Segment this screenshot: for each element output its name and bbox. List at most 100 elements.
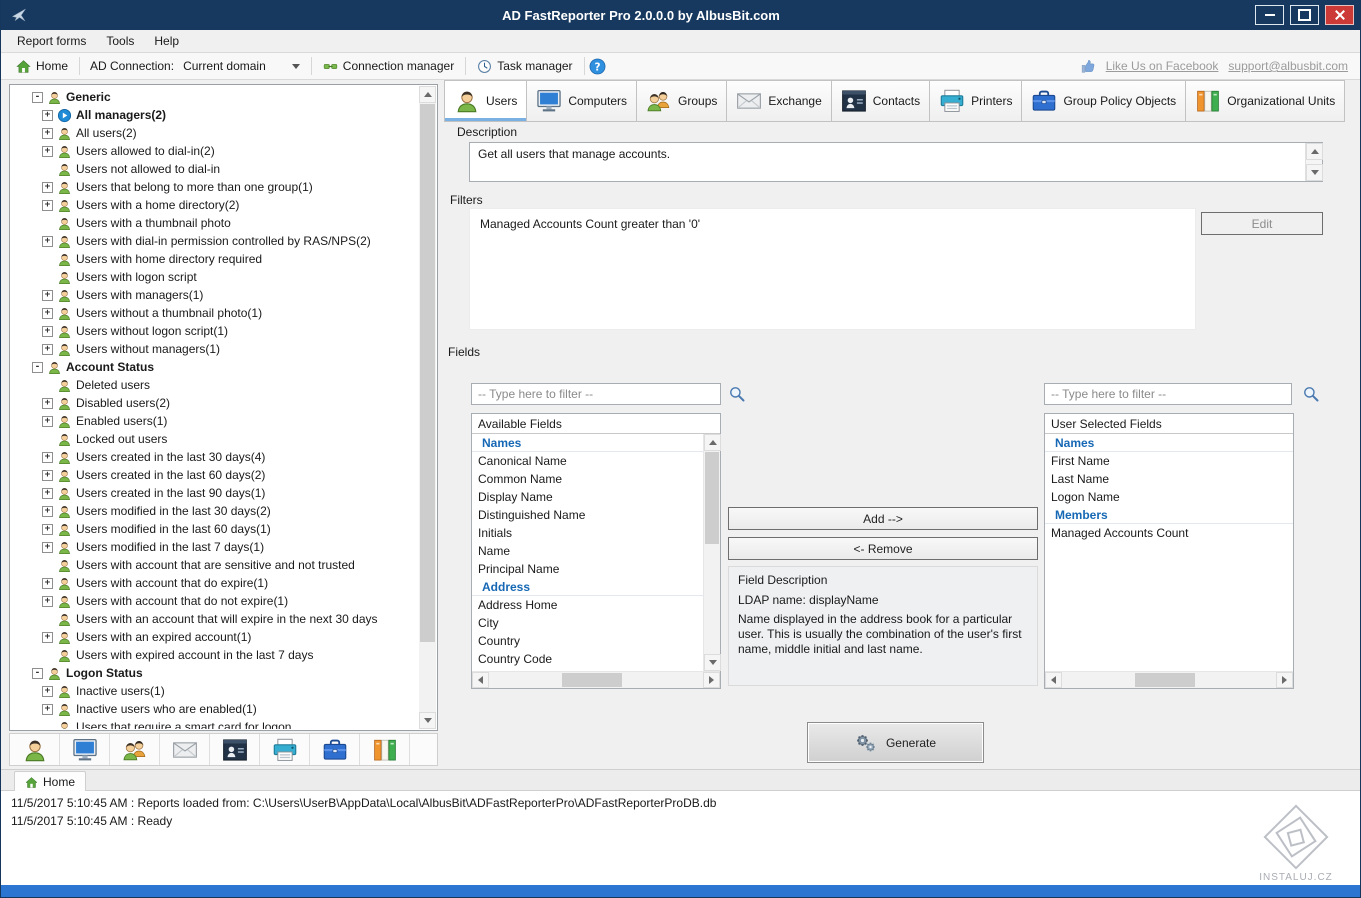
tab-ou[interactable]: Organizational Units — [1186, 80, 1345, 122]
scroll-down-button[interactable] — [1306, 164, 1323, 181]
generate-button[interactable]: Generate — [807, 722, 984, 763]
selected-field-item[interactable]: Logon Name — [1045, 488, 1293, 506]
tab-exchange[interactable]: Exchange — [727, 80, 831, 122]
expand-expander-icon[interactable]: + — [42, 632, 53, 643]
expand-expander-icon[interactable]: + — [42, 110, 53, 121]
available-fields-filter-input[interactable] — [471, 383, 721, 405]
tree-scrollbar[interactable] — [419, 86, 436, 729]
tree-item[interactable]: +All users(2) — [11, 124, 419, 142]
tree-item[interactable]: +Users created in the last 30 days(4) — [11, 448, 419, 466]
tree-item[interactable]: Users with home directory required — [11, 250, 419, 268]
tree-group[interactable]: -Account Status — [11, 358, 419, 376]
collapse-expander-icon[interactable]: - — [32, 92, 43, 103]
tree-item[interactable]: Users that require a smart card for logo… — [11, 718, 419, 729]
expand-expander-icon[interactable]: + — [42, 236, 53, 247]
tree-item[interactable]: +Users with account that do not expire(1… — [11, 592, 419, 610]
category-gpo[interactable] — [310, 734, 360, 765]
edit-filters-button[interactable]: Edit — [1201, 212, 1323, 235]
tree-item[interactable]: Deleted users — [11, 376, 419, 394]
tree-item[interactable]: +Users modified in the last 60 days(1) — [11, 520, 419, 538]
selected-field-item[interactable]: Last Name — [1045, 470, 1293, 488]
search-icon[interactable] — [728, 385, 746, 403]
tree-item[interactable]: Users with logon script — [11, 268, 419, 286]
add-field-button[interactable]: Add --> — [728, 507, 1038, 530]
tree-item[interactable]: +Users with an expired account(1) — [11, 628, 419, 646]
menu-item-help[interactable]: Help — [144, 31, 189, 51]
tree-item[interactable]: +Users that belong to more than one grou… — [11, 178, 419, 196]
scrollbar-thumb[interactable] — [705, 452, 719, 544]
expand-expander-icon[interactable]: + — [42, 200, 53, 211]
tree-item[interactable]: +Users without managers(1) — [11, 340, 419, 358]
category-printers[interactable] — [260, 734, 310, 765]
tree-item[interactable]: +Users with managers(1) — [11, 286, 419, 304]
available-field-group-header[interactable]: Address — [472, 578, 703, 596]
tree-item[interactable]: +All managers(2) — [11, 106, 419, 124]
expand-expander-icon[interactable]: + — [42, 146, 53, 157]
available-fields-scrollbar[interactable] — [703, 434, 720, 671]
support-email-link[interactable]: support@albusbit.com — [1228, 59, 1348, 73]
tab-home[interactable]: Home — [14, 771, 86, 792]
expand-expander-icon[interactable]: + — [42, 704, 53, 715]
expand-expander-icon[interactable]: + — [42, 524, 53, 535]
selected-field-item[interactable]: Managed Accounts Count — [1045, 524, 1293, 542]
category-computers[interactable] — [60, 734, 110, 765]
available-field-group-header[interactable]: Names — [472, 434, 703, 452]
tree-item[interactable]: +Users with dial-in permission controlle… — [11, 232, 419, 250]
scrollbar-thumb[interactable] — [562, 673, 622, 687]
tree-item[interactable]: +Users allowed to dial-in(2) — [11, 142, 419, 160]
selected-field-item[interactable]: First Name — [1045, 452, 1293, 470]
scroll-up-button[interactable] — [1306, 143, 1323, 160]
expand-expander-icon[interactable]: + — [42, 596, 53, 607]
expand-expander-icon[interactable]: + — [42, 416, 53, 427]
tree-item[interactable]: +Inactive users(1) — [11, 682, 419, 700]
available-field-item[interactable]: City — [472, 614, 703, 632]
tree-item[interactable]: +Users modified in the last 7 days(1) — [11, 538, 419, 556]
available-field-item[interactable]: Address Home — [472, 596, 703, 614]
category-users[interactable] — [10, 734, 60, 765]
scroll-right-button[interactable] — [1276, 672, 1293, 688]
expand-expander-icon[interactable]: + — [42, 398, 53, 409]
tree-item[interactable]: Users with a thumbnail photo — [11, 214, 419, 232]
remove-field-button[interactable]: <- Remove — [728, 537, 1038, 560]
selected-fields-hscrollbar[interactable] — [1045, 671, 1293, 688]
category-groups[interactable] — [110, 734, 160, 765]
help-icon[interactable]: ? — [589, 58, 606, 75]
close-button[interactable] — [1325, 5, 1354, 25]
tree-item[interactable]: +Users modified in the last 30 days(2) — [11, 502, 419, 520]
expand-expander-icon[interactable]: + — [42, 326, 53, 337]
available-field-item[interactable]: Country Code — [472, 650, 703, 668]
tree-item[interactable]: Users with expired account in the last 7… — [11, 646, 419, 664]
description-box[interactable]: Get all users that manage accounts. — [469, 142, 1323, 182]
scroll-up-button[interactable] — [704, 434, 721, 451]
search-icon[interactable] — [1302, 385, 1320, 403]
tree-item[interactable]: +Enabled users(1) — [11, 412, 419, 430]
tree-item[interactable]: Locked out users — [11, 430, 419, 448]
scroll-left-button[interactable] — [472, 672, 489, 688]
tree-item[interactable]: +Users with account that do expire(1) — [11, 574, 419, 592]
available-field-item[interactable]: Country — [472, 632, 703, 650]
menu-item-tools[interactable]: Tools — [96, 31, 144, 51]
scroll-down-button[interactable] — [704, 654, 721, 671]
expand-expander-icon[interactable]: + — [42, 686, 53, 697]
available-field-item[interactable]: Initials — [472, 524, 703, 542]
tree-item[interactable]: +Users with a home directory(2) — [11, 196, 419, 214]
expand-expander-icon[interactable]: + — [42, 470, 53, 481]
scroll-up-button[interactable] — [419, 86, 436, 103]
selected-fields-filter-input[interactable] — [1044, 383, 1292, 405]
expand-expander-icon[interactable]: + — [42, 290, 53, 301]
category-exchange[interactable] — [160, 734, 210, 765]
tree-item[interactable]: Users not allowed to dial-in — [11, 160, 419, 178]
tree-group[interactable]: -Logon Status — [11, 664, 419, 682]
expand-expander-icon[interactable]: + — [42, 344, 53, 355]
collapse-expander-icon[interactable]: - — [32, 362, 43, 373]
category-contacts[interactable] — [210, 734, 260, 765]
tree-item[interactable]: Users with account that are sensitive an… — [11, 556, 419, 574]
available-field-item[interactable]: Name — [472, 542, 703, 560]
tab-computers[interactable]: Computers — [527, 80, 637, 122]
minimize-button[interactable] — [1255, 5, 1284, 25]
tab-groups[interactable]: Groups — [637, 80, 727, 122]
expand-expander-icon[interactable]: + — [42, 488, 53, 499]
selected-field-group-header[interactable]: Names — [1045, 434, 1293, 452]
available-field-item[interactable]: Common Name — [472, 470, 703, 488]
tree-item[interactable]: +Disabled users(2) — [11, 394, 419, 412]
